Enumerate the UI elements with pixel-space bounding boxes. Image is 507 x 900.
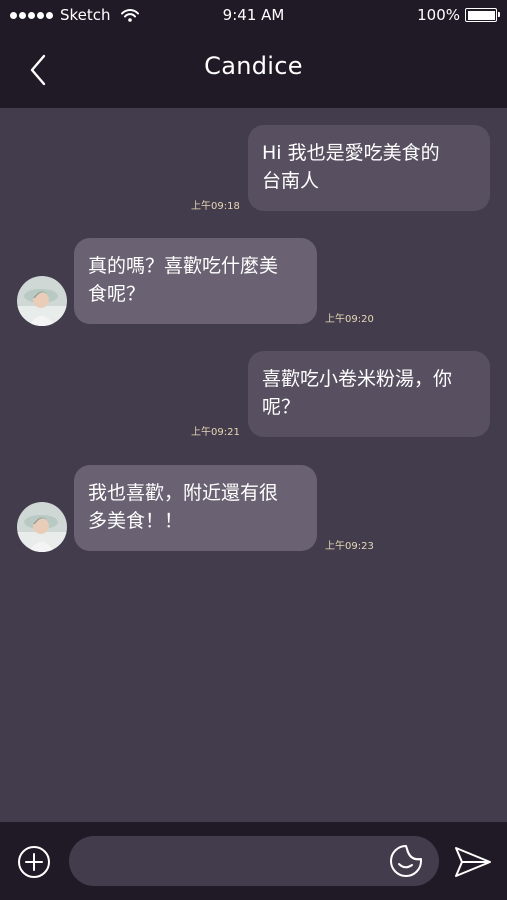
- battery-icon: [465, 8, 500, 22]
- message-text-line: 喜歡吃小卷米粉湯，你: [262, 368, 453, 390]
- message-time: 上午09:23: [325, 541, 374, 552]
- message-text-line: 真的嗎？喜歡吃什麼美: [88, 255, 279, 277]
- battery-percent: 100%: [417, 6, 460, 24]
- message-text-line: 呢？: [262, 396, 301, 418]
- navigation-bar: Candice: [0, 32, 507, 108]
- status-bar: Sketch 9:41 AM 100%: [0, 0, 507, 32]
- chat-area[interactable]: 上午09:18 Hi 我也是愛吃美食的 台南人 真的嗎？喜歡吃什麼美 食呢？ 上…: [0, 108, 507, 822]
- message-bubble-outgoing[interactable]: 喜歡吃小卷米粉湯，你 呢？: [248, 351, 490, 437]
- avatar[interactable]: [17, 276, 67, 326]
- message-time: 上午09:20: [325, 314, 374, 325]
- message-bubble-incoming[interactable]: 我也喜歡，附近還有很 多美食！！: [74, 465, 317, 551]
- message-text-line: 食呢？: [88, 283, 146, 305]
- avatar[interactable]: [17, 502, 67, 552]
- page-title: Candice: [204, 52, 303, 80]
- battery-group: 100%: [417, 6, 500, 24]
- message-time: 上午09:21: [191, 427, 240, 438]
- message-bubble-incoming[interactable]: 真的嗎？喜歡吃什麼美 食呢？: [74, 238, 317, 324]
- message-text-line: 多美食！！: [88, 510, 184, 532]
- message-time: 上午09:18: [191, 201, 240, 212]
- send-button[interactable]: [453, 844, 493, 880]
- message-bubble-outgoing[interactable]: Hi 我也是愛吃美食的 台南人: [248, 125, 490, 211]
- send-icon: [455, 847, 491, 877]
- message-text-line: Hi 我也是愛吃美食的: [262, 142, 440, 164]
- message-input-bar: [0, 822, 507, 900]
- message-text-line: 我也喜歡，附近還有很: [88, 482, 279, 504]
- plus-circle-icon: [18, 846, 50, 878]
- sticker-button[interactable]: [388, 843, 424, 879]
- add-attachment-button[interactable]: [16, 844, 52, 880]
- message-text-line: 台南人: [262, 170, 320, 192]
- message-input[interactable]: [69, 836, 439, 886]
- sticker-icon: [390, 845, 422, 877]
